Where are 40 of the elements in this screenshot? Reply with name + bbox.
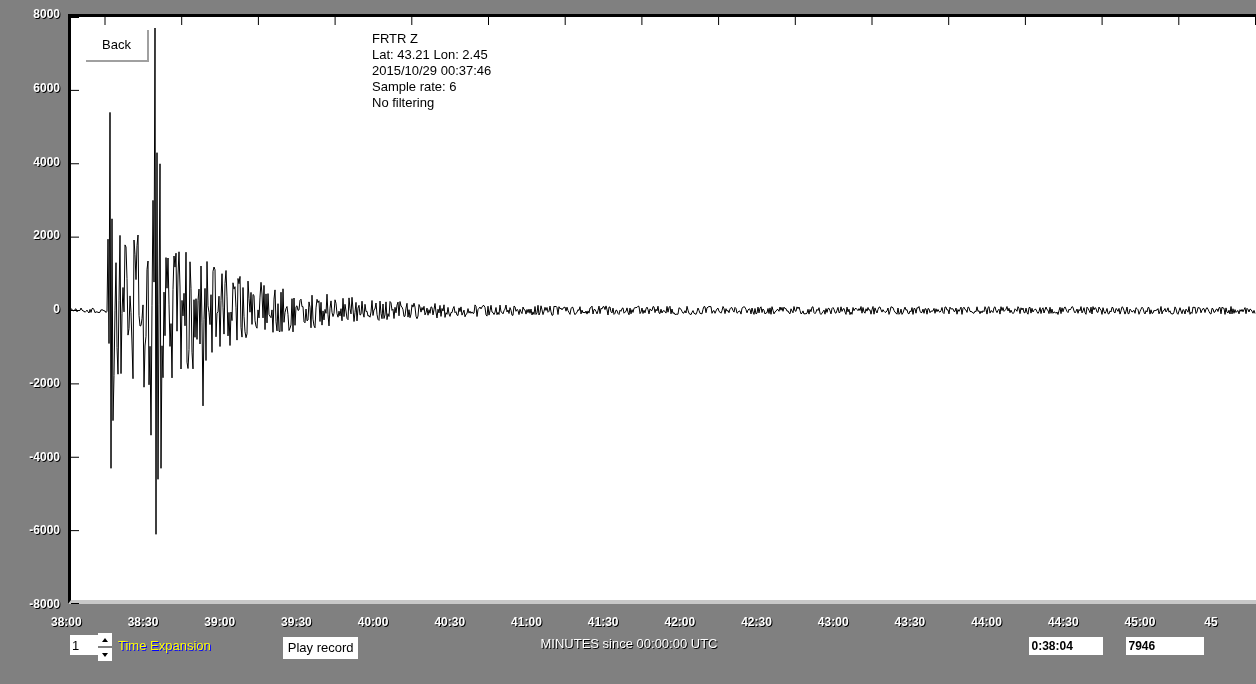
x-axis-label: 39:00 (203, 614, 237, 631)
x-axis-label: 39:30 (280, 614, 313, 631)
x-axis-title: MINUTES since 00:00:00 UTC (540, 635, 718, 653)
station-info-line: Sample rate: 6 (372, 79, 458, 95)
x-axis-label: 42:30 (740, 614, 773, 631)
station-info-line: 2015/10/29 00:37:46 (372, 63, 492, 79)
x-axis-label: 42:00 (663, 614, 697, 631)
y-axis-label: -2000 (29, 375, 60, 390)
time-expansion-field[interactable]: 1 (70, 635, 98, 655)
spin-up-button[interactable] (98, 633, 112, 646)
y-axis-label: 8000 (33, 7, 60, 21)
back-button[interactable]: Back (86, 30, 149, 62)
x-axis-label: 38:30 (126, 614, 160, 631)
x-axis-label: 40:00 (356, 614, 390, 631)
x-axis-label: 43:00 (816, 614, 850, 631)
station-info-line: No filtering (372, 95, 436, 111)
y-axis-label: 4000 (33, 154, 60, 169)
x-axis-label: 41:00 (510, 614, 543, 631)
time-field[interactable]: 0:38:04 (1028, 637, 1103, 655)
y-axis-label: -4000 (29, 449, 60, 464)
spin-down-button[interactable] (98, 648, 112, 661)
y-axis-label: 2000 (33, 228, 60, 243)
station-info-line: FRTR Z (372, 31, 419, 47)
y-axis-label: 6000 (33, 80, 60, 95)
x-axis-label: 45:00 (1123, 614, 1157, 631)
y-axis-label: -8000 (29, 597, 60, 611)
x-axis-label: 41:30 (586, 614, 620, 631)
x-axis-label: 45 (1203, 614, 1219, 631)
time-expansion-label: Time Expansion (118, 637, 211, 655)
count-field[interactable]: 7946 (1125, 637, 1204, 655)
x-axis-label: 38:00 (50, 614, 83, 631)
down-triangle-icon (101, 650, 109, 659)
x-axis-label: 44:30 (1046, 614, 1080, 631)
x-axis-label: 43:30 (893, 614, 927, 631)
x-axis-label: 44:00 (970, 614, 1003, 631)
y-axis-label: -6000 (29, 523, 60, 538)
y-axis-label: 0 (53, 302, 60, 316)
x-axis-label: 40:30 (433, 614, 467, 631)
station-info-line: Lat: 43.21 Lon: 2.45 (372, 47, 489, 63)
play-record-button[interactable]: Play record (282, 637, 359, 659)
